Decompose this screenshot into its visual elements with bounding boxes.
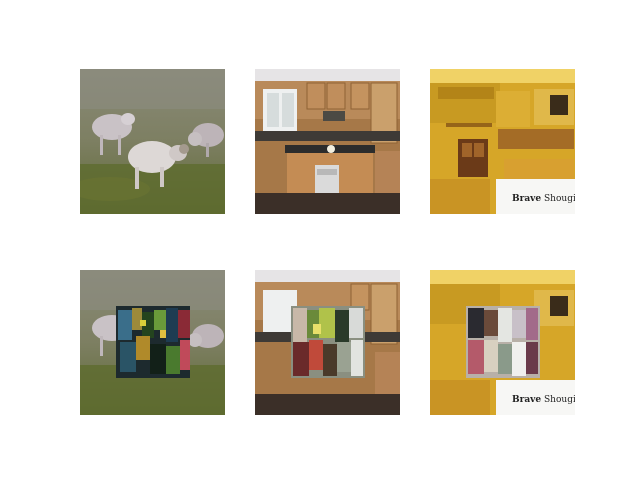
rams-patched-image xyxy=(80,270,225,415)
image-tile-rams xyxy=(80,69,225,214)
image-tile-kitchen xyxy=(255,69,400,214)
caption-text: Brave Shougi xyxy=(512,194,575,204)
adversarial-patch xyxy=(291,306,365,378)
caption-text: Brave Shougi xyxy=(512,395,575,405)
image-tile-yellow-room: Brave Shougi xyxy=(430,69,575,214)
yellow-room-image: Brave Shougi xyxy=(430,69,575,214)
yellow-room-patched-image: Brave Shougi xyxy=(430,270,575,415)
adversarial-patch xyxy=(466,306,540,378)
kitchen-patched-image xyxy=(255,270,400,415)
kitchen-image xyxy=(255,69,400,214)
image-tile-yellow-room-patched: Brave Shougi xyxy=(430,270,575,415)
rams-image xyxy=(80,69,225,214)
adversarial-patch xyxy=(116,306,190,378)
image-tile-rams-patched xyxy=(80,270,225,415)
image-tile-kitchen-patched xyxy=(255,270,400,415)
